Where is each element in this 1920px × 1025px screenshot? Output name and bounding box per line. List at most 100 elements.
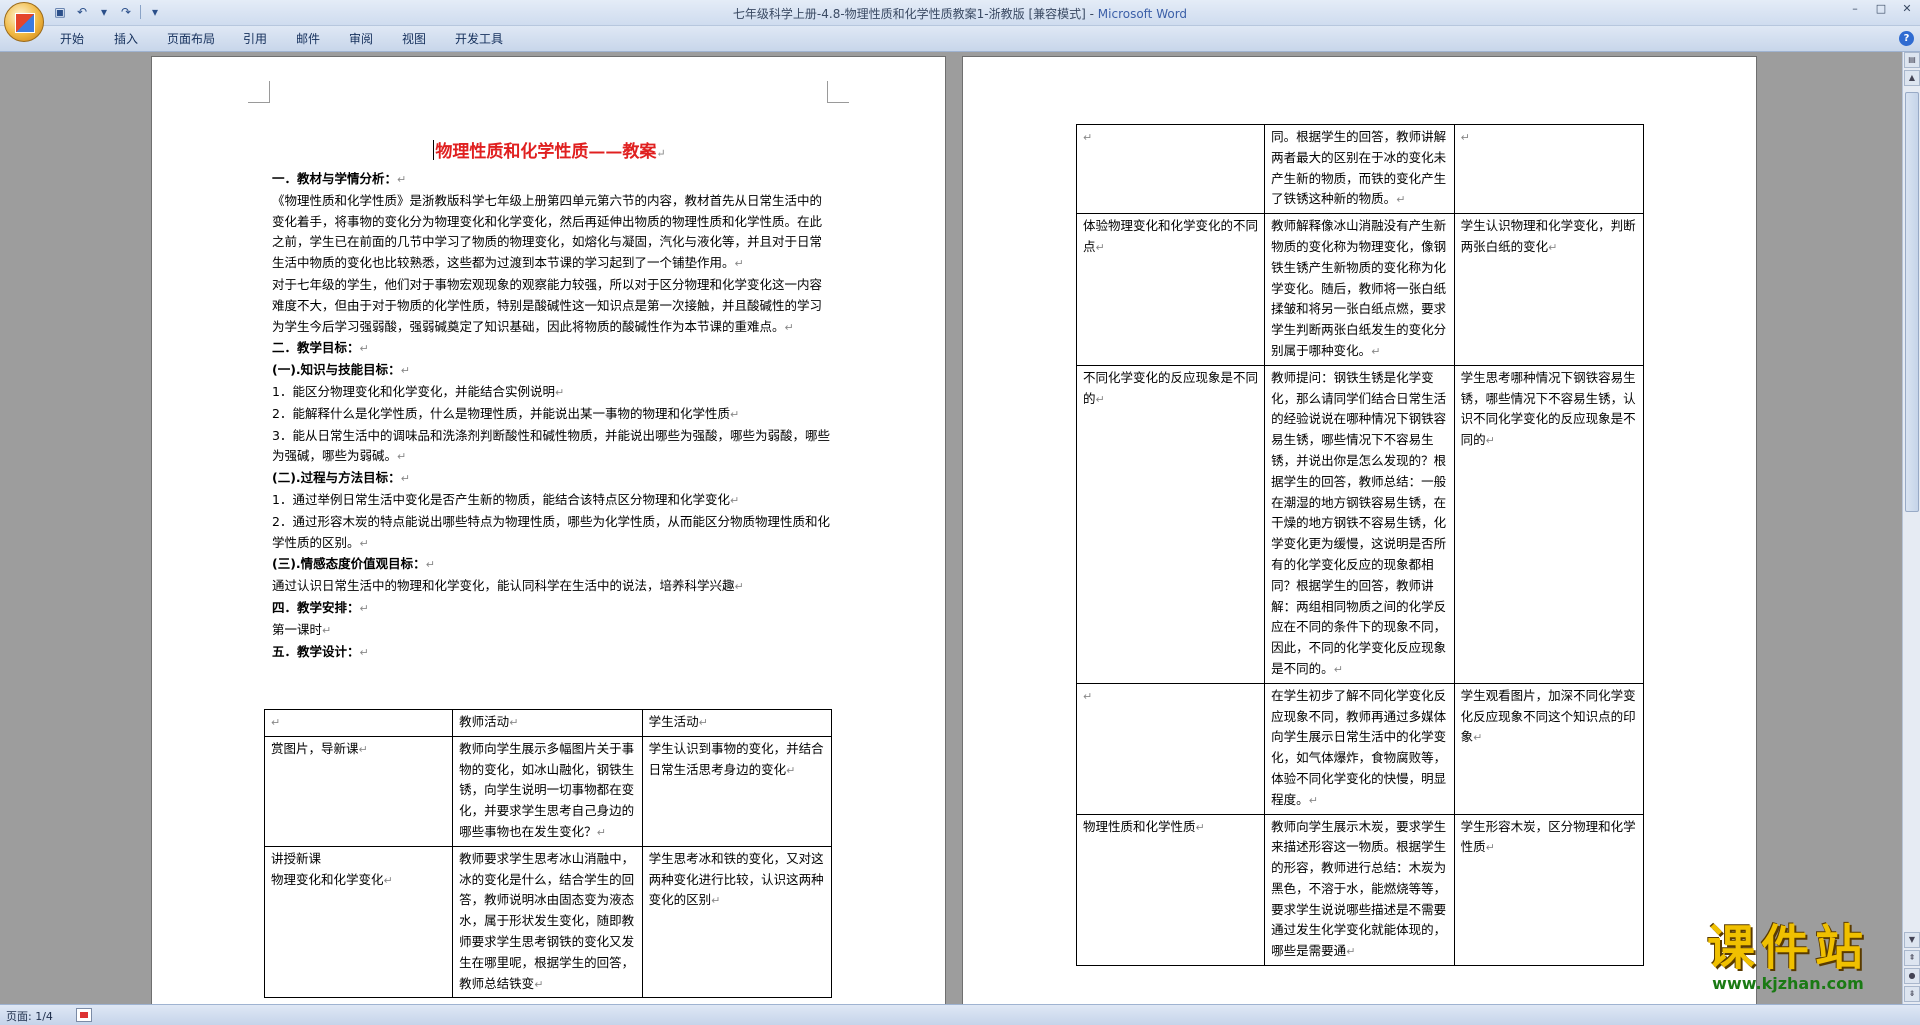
table-cell[interactable]: 教师向学生展示多幅图片关于事物的变化，如冰山融化，钢铁生锈，向学生说明一切事物都… bbox=[452, 735, 643, 847]
table-cell[interactable]: 教师向学生展示木炭，要求学生来描述形容这一物质。根据学生的形容，教师进行总结：木… bbox=[1264, 813, 1455, 967]
cell-end-mark: ↵ bbox=[1095, 240, 1105, 254]
tab-review[interactable]: 审阅 bbox=[349, 30, 373, 47]
window-title: 七年级科学上册-4.8-物理性质和化学性质教案1-浙教版 [兼容模式] - Mi… bbox=[0, 5, 1920, 22]
vertical-scrollbar[interactable]: ▤ ▲ ▼ ⇞ ● ⇟ bbox=[1902, 52, 1920, 1004]
table-header-row: ↵ 教师活动↵ 学生活动↵ bbox=[263, 709, 833, 737]
cell-text: 学生观看图片，加深不同化学变化反应现象不同这个知识点的印象↵ bbox=[1460, 687, 1636, 745]
cell-end-mark: ↵ bbox=[1083, 689, 1093, 703]
table-row: 讲授新课 物理变化和化学变化↵ 教师要求学生思考冰山消融中，冰的变化是什么，结合学生… bbox=[263, 845, 833, 999]
table-cell[interactable]: ↵ bbox=[1075, 123, 1266, 215]
table-header-cell[interactable]: ↵ bbox=[263, 709, 454, 737]
lesson-table-page2[interactable]: ↵ 同。根据学生的回答，教师讲解两者最大的区别在于冰的变化未产生新的物质，而铁的变… bbox=[1075, 123, 1645, 967]
paragraph-mark: ↵ bbox=[656, 147, 666, 160]
cell-text: 学生思考哪种情况下钢铁容易生锈，哪些情况下不容易生锈，认识不同化学变化的反应现象… bbox=[1460, 369, 1636, 448]
office-button[interactable] bbox=[4, 2, 44, 42]
ruler-toggle-icon[interactable]: ▤ bbox=[1904, 52, 1920, 68]
paragraph-text: 2．通过形容木炭的特点能说出哪些特点为物理性质，哪些为化学性质，从而能区分物质物… bbox=[272, 513, 830, 550]
table-cell[interactable]: 教师要求学生思考冰山消融中，冰的变化是什么，结合学生的回答，教师说明冰由固态变为… bbox=[452, 845, 643, 999]
close-icon[interactable]: ✕ bbox=[1894, 0, 1920, 18]
table-header-cell[interactable]: 学生活动↵ bbox=[641, 709, 833, 737]
body-paragraph: 3．能从日常生活中的调味品和洗涤剂判断酸性和碱性物质，并能说出哪些为强酸，哪些为… bbox=[272, 426, 832, 469]
cell-end-mark: ↵ bbox=[358, 742, 368, 756]
table-cell[interactable]: 学生思考冰和铁的变化，又对这两种变化进行比较，认识这两种变化的区别↵ bbox=[641, 845, 833, 999]
scroll-up-icon[interactable]: ▲ bbox=[1904, 70, 1920, 86]
paragraph-mark: ↵ bbox=[729, 493, 740, 507]
table-cell[interactable]: 同。根据学生的回答，教师讲解两者最大的区别在于冰的变化未产生新的物质，而铁的变化… bbox=[1264, 123, 1455, 215]
table-cell[interactable]: 不同化学变化的反应现象是不同的↵ bbox=[1075, 364, 1266, 684]
table-cell[interactable]: 物理性质和化学性质↵ bbox=[1075, 813, 1266, 967]
section-heading: 四．教学安排：↵ bbox=[272, 598, 832, 620]
app-name: Microsoft Word bbox=[1097, 7, 1188, 21]
page-1[interactable]: 物理性质和化学性质——教案↵ 一．教材与学情分析：↵ 《物理性质和化学性质》是浙教… bbox=[151, 56, 946, 1004]
body-paragraph: 通过认识日常生活中的物理和化学变化，能认同科学在生活中的说法，培养科学兴趣↵ bbox=[272, 576, 832, 598]
table-cell[interactable]: 学生认识到事物的变化，并结合日常生活思考身边的变化↵ bbox=[641, 735, 833, 847]
lesson-table-page1[interactable]: ↵ 教师活动↵ 学生活动↵ 赏图片，导新课↵ 教师向学生展示多幅图片关于事物的变化，如冰… bbox=[263, 709, 833, 999]
cell-text: 赏图片，导新课↵ bbox=[271, 740, 368, 756]
scroll-thumb[interactable] bbox=[1905, 92, 1919, 512]
table-cell[interactable]: 体验物理变化和化学变化的不同点↵ bbox=[1075, 213, 1266, 366]
ribbon-tabs: 开始 插入 页面布局 引用 邮件 审阅 视图 开发工具 ? bbox=[0, 26, 1920, 52]
paragraph-mark: ↵ bbox=[359, 342, 369, 356]
table-cell[interactable]: 教师解释像冰山消融没有产生新物质的变化称为物理变化，像钢铁生锈产生新物质的变化称… bbox=[1264, 213, 1455, 366]
cell-end-mark: ↵ bbox=[1485, 841, 1495, 855]
table-row: 体验物理变化和化学变化的不同点↵ 教师解释像冰山消融没有产生新物质的变化称为物理变… bbox=[1075, 213, 1645, 366]
cell-text: 物理性质和化学性质↵ bbox=[1083, 818, 1205, 834]
paragraph-mark: ↵ bbox=[359, 645, 369, 659]
document-heading[interactable]: 物理性质和化学性质——教案↵ bbox=[152, 137, 945, 162]
cell-end-mark: ↵ bbox=[509, 716, 519, 729]
paragraph-mark: ↵ bbox=[322, 623, 332, 637]
cell-text: ↵ bbox=[271, 712, 446, 734]
office-logo-icon bbox=[15, 13, 35, 33]
paragraph-mark: ↵ bbox=[734, 257, 744, 271]
table-cell[interactable]: ↵ bbox=[1453, 123, 1645, 215]
maximize-icon[interactable]: □ bbox=[1868, 0, 1894, 18]
paragraph-text: 通过认识日常生活中的物理和化学变化，能认同科学在生活中的说法，培养科学兴趣 bbox=[272, 578, 735, 594]
paragraph-mark: ↵ bbox=[734, 580, 744, 594]
cell-end-mark: ↵ bbox=[534, 977, 544, 991]
help-icon[interactable]: ? bbox=[1899, 31, 1914, 46]
cell-end-mark: ↵ bbox=[1095, 392, 1105, 406]
cell-end-mark: ↵ bbox=[786, 763, 796, 777]
page-indicator[interactable]: 页面: 1/4 bbox=[6, 1008, 53, 1024]
table-cell[interactable]: 教师提问：钢铁生锈是化学变化，那么请同学们结合日常生活的经验说说在哪种情况下钢铁… bbox=[1264, 364, 1455, 684]
tab-references[interactable]: 引用 bbox=[243, 30, 267, 47]
page-2[interactable]: ↵ 同。根据学生的回答，教师讲解两者最大的区别在于冰的变化未产生新的物质，而铁的变… bbox=[962, 56, 1757, 1004]
tab-home[interactable]: 开始 bbox=[60, 30, 84, 47]
table-cell[interactable]: ↵ bbox=[1075, 682, 1266, 815]
minimize-icon[interactable]: – bbox=[1842, 0, 1868, 18]
body-paragraph: 对于七年级的学生，他们对于事物宏观现象的观察能力较强，所以对于区分物理和化学变化… bbox=[272, 275, 832, 338]
cell-text: 同。根据学生的回答，教师讲解两者最大的区别在于冰的变化未产生新的物质，而铁的变化… bbox=[1271, 129, 1447, 207]
tab-page-layout[interactable]: 页面布局 bbox=[167, 30, 215, 47]
paragraph-mark: ↵ bbox=[554, 385, 565, 399]
table-cell[interactable]: 学生认识物理和化学变化，判断两张白纸的变化↵ bbox=[1453, 213, 1645, 366]
table-cell[interactable]: 赏图片，导新课↵ bbox=[263, 735, 454, 847]
body-paragraph: 1．能区分物理变化和化学变化，并能结合实例说明↵ bbox=[272, 382, 832, 404]
table-cell[interactable]: 在学生初步了解不同化学变化反应现象不同，教师再通过多媒体向学生展示日常生活中的化… bbox=[1264, 682, 1455, 815]
table-cell[interactable]: 学生思考哪种情况下钢铁容易生锈，哪些情况下不容易生锈，认识不同化学变化的反应现象… bbox=[1453, 364, 1645, 684]
cell-text: 教师提问：钢铁生锈是化学变化，那么请同学们结合日常生活的经验说说在哪种情况下钢铁… bbox=[1271, 369, 1447, 676]
cell-text: 物理变化和化学变化↵ bbox=[271, 871, 393, 887]
title-bar: ▣ ↶ ▾ ↷ ▾ 七年级科学上册-4.8-物理性质和化学性质教案1-浙教版 [… bbox=[0, 0, 1920, 42]
section-heading: (一).知识与技能目标：↵ bbox=[272, 360, 832, 382]
tab-mailings[interactable]: 邮件 bbox=[296, 30, 320, 47]
table-row: 物理性质和化学性质↵ 教师向学生展示木炭，要求学生来描述形容这一物质。根据学生的形… bbox=[1075, 813, 1645, 967]
tab-view[interactable]: 视图 bbox=[402, 30, 426, 47]
cell-end-mark: ↵ bbox=[1083, 131, 1093, 144]
table-row: ↵ 在学生初步了解不同化学变化反应现象不同，教师再通过多媒体向学生展示日常生活中的… bbox=[1075, 682, 1645, 815]
status-bar: 页面: 1/4 bbox=[0, 1004, 1920, 1025]
cell-end-mark: ↵ bbox=[1371, 344, 1381, 358]
proofing-status-icon[interactable] bbox=[76, 1008, 92, 1022]
cell-text: 学生思考冰和铁的变化，又对这两种变化进行比较，认识这两种变化的区别↵ bbox=[648, 850, 824, 908]
tab-developer[interactable]: 开发工具 bbox=[455, 30, 503, 47]
document-body[interactable]: 一．教材与学情分析：↵ 《物理性质和化学性质》是浙教版科学七年级上册第四单元第六节… bbox=[272, 169, 832, 663]
cell-text: ↵ bbox=[1083, 686, 1258, 708]
section-heading: 二．教学目标：↵ bbox=[272, 338, 832, 360]
table-cell[interactable]: 学生观看图片，加深不同化学变化反应现象不同这个知识点的印象↵ bbox=[1453, 682, 1645, 815]
cell-text: 教师解释像冰山消融没有产生新物质的变化称为物理变化，像钢铁生锈产生新物质的变化称… bbox=[1271, 218, 1447, 358]
cell-text: 教师向学生展示木炭，要求学生来描述形容这一物质。根据学生的形容，教师进行总结：木… bbox=[1271, 818, 1447, 959]
tab-insert[interactable]: 插入 bbox=[114, 30, 138, 47]
table-cell[interactable]: 讲授新课 物理变化和化学变化↵ bbox=[263, 845, 454, 999]
table-cell[interactable]: 学生形容木炭，区分物理和化学性质↵ bbox=[1453, 813, 1645, 967]
paragraph-text: 2．能解释什么是化学性质，什么是物理性质，并能说出某一事物的物理和化学性质 bbox=[272, 405, 730, 421]
table-header-cell[interactable]: 教师活动↵ bbox=[452, 709, 643, 737]
